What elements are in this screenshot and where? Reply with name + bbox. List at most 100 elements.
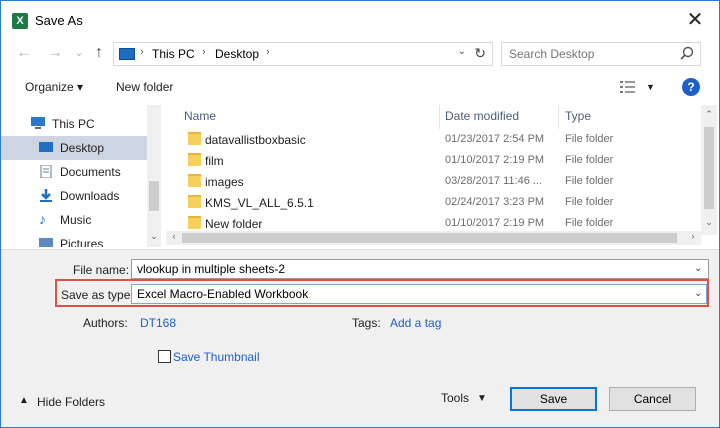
file-type: File folder	[565, 133, 614, 145]
authors-label: Authors:	[83, 316, 128, 330]
breadcrumb-this-pc[interactable]: This PC	[152, 47, 195, 61]
sidebar-scroll-thumb[interactable]	[149, 181, 159, 211]
sidebar-scrollbar[interactable]: ⌄	[147, 105, 161, 247]
chevron-up-icon[interactable]: ▲	[19, 395, 29, 406]
close-icon: ✕	[686, 9, 704, 31]
file-name: images	[205, 175, 244, 189]
folder-icon	[188, 195, 201, 208]
save-thumbnail-label[interactable]: Save Thumbnail	[173, 350, 260, 364]
sidebar-item-label: Music	[60, 213, 92, 227]
excel-app-icon: X	[12, 13, 28, 29]
folder-icon	[188, 174, 201, 187]
navigation-bar: ← → ⌄ ↑ › This PC › Desktop › ⌄ ↻	[1, 39, 719, 69]
tags-label: Tags:	[352, 316, 381, 330]
column-divider	[558, 105, 559, 129]
save-type-label: Save as type:	[61, 288, 134, 302]
folder-icon	[188, 153, 201, 166]
save-thumbnail-checkbox[interactable]	[158, 350, 171, 363]
refresh-icon[interactable]: ↻	[474, 45, 486, 62]
file-date: 01/10/2017 2:19 PM	[445, 217, 545, 229]
close-button[interactable]: ✕	[681, 7, 709, 33]
file-type: File folder	[565, 217, 614, 229]
sidebar-item-label: Pictures	[60, 237, 104, 247]
music-icon: ♪	[39, 211, 46, 227]
file-name-input[interactable]	[131, 259, 709, 279]
sort-ascending-icon: ^	[303, 105, 308, 110]
search-icon[interactable]	[680, 46, 694, 60]
vertical-scroll-thumb[interactable]	[704, 127, 714, 209]
dialog-title: Save As	[35, 13, 83, 28]
file-list-horizontal-scrollbar[interactable]: ‹ ›	[166, 231, 701, 245]
save-button[interactable]: Save	[510, 387, 597, 411]
authors-value[interactable]: DT168	[140, 316, 176, 330]
scroll-up-icon[interactable]: ⌃	[702, 109, 716, 120]
forward-arrow-icon[interactable]: →	[45, 43, 65, 63]
sidebar-item-pictures[interactable]: Pictures	[1, 232, 147, 247]
chevron-down-icon[interactable]: ⌄	[694, 263, 702, 274]
breadcrumb-separator-icon: ›	[266, 46, 270, 58]
file-date: 03/28/2017 11:46 ...	[445, 175, 543, 187]
file-list: ^ Name Date modified Type datavallistbox…	[166, 105, 696, 233]
address-bar[interactable]: › This PC › Desktop › ⌄ ↻	[113, 42, 493, 66]
scroll-left-icon[interactable]: ‹	[167, 231, 181, 241]
file-name: New folder	[205, 217, 263, 231]
sidebar-item-desktop[interactable]: Desktop	[1, 136, 147, 160]
breadcrumb-desktop[interactable]: Desktop	[215, 47, 259, 61]
chevron-down-icon[interactable]: ▼	[477, 393, 487, 404]
breadcrumb-separator-icon: ›	[202, 46, 206, 58]
hide-folders-button[interactable]: Hide Folders	[37, 395, 105, 409]
file-date: 01/10/2017 2:19 PM	[445, 154, 545, 166]
sidebar-item-label: Downloads	[60, 189, 120, 203]
organize-button[interactable]: Organize ▾	[25, 80, 83, 94]
pc-icon	[119, 48, 135, 60]
navigation-pane: This PC Desktop Documents Downloads ♪ Mu…	[1, 105, 161, 247]
column-header-name[interactable]: Name	[184, 109, 216, 131]
back-arrow-icon[interactable]: ←	[14, 43, 34, 63]
view-options-icon[interactable]	[620, 80, 636, 94]
chevron-down-icon[interactable]: ⌄	[694, 288, 702, 299]
sidebar-item-label: Documents	[60, 165, 121, 179]
folder-icon	[188, 132, 201, 145]
cancel-button[interactable]: Cancel	[609, 387, 696, 411]
help-icon[interactable]: ?	[682, 78, 700, 96]
up-arrow-icon[interactable]: ↑	[89, 43, 109, 63]
save-as-dialog: X Save As ✕ ← → ⌄ ↑ › This PC › Desktop …	[0, 0, 720, 428]
file-row[interactable]: datavallistboxbasic 01/23/2017 2:54 PM F…	[166, 129, 696, 150]
pictures-icon	[39, 238, 53, 247]
chevron-down-icon[interactable]: ⌄	[458, 46, 466, 57]
file-row[interactable]: images 03/28/2017 11:46 ... File folder	[166, 171, 696, 192]
column-header-date[interactable]: Date modified	[445, 109, 519, 131]
file-name: KMS_VL_ALL_6.5.1	[205, 196, 314, 210]
tools-button[interactable]: Tools	[441, 391, 469, 405]
folder-icon	[188, 216, 201, 229]
downloads-icon	[40, 189, 52, 202]
documents-icon	[40, 165, 52, 178]
view-dropdown-icon[interactable]: ▼	[646, 82, 655, 92]
recent-locations-icon[interactable]: ⌄	[69, 43, 89, 63]
file-date: 02/24/2017 3:23 PM	[445, 196, 545, 208]
file-row[interactable]: KMS_VL_ALL_6.5.1 02/24/2017 3:23 PM File…	[166, 192, 696, 213]
sidebar-item-this-pc[interactable]: This PC	[1, 112, 147, 136]
sidebar-item-documents[interactable]: Documents	[1, 160, 147, 184]
scroll-down-icon[interactable]: ⌄	[702, 217, 716, 228]
sidebar-item-downloads[interactable]: Downloads	[1, 184, 147, 208]
scroll-right-icon[interactable]: ›	[686, 231, 700, 241]
column-header-type[interactable]: Type	[565, 109, 591, 131]
save-type-select[interactable]: Excel Macro-Enabled Workbook	[131, 284, 707, 304]
desktop-icon	[39, 142, 53, 152]
command-toolbar: Organize ▾ New folder ▼ ?	[1, 75, 719, 101]
scroll-down-icon[interactable]: ⌄	[147, 231, 161, 242]
file-row[interactable]: New folder 01/10/2017 2:19 PM File folde…	[166, 213, 696, 233]
sidebar-item-music[interactable]: ♪ Music	[1, 208, 147, 232]
column-divider	[439, 105, 440, 129]
tags-input[interactable]: Add a tag	[390, 316, 441, 330]
sidebar-item-label: Desktop	[60, 141, 105, 155]
file-type: File folder	[565, 154, 614, 166]
computer-icon	[31, 117, 45, 129]
file-row[interactable]: film 01/10/2017 2:19 PM File folder	[166, 150, 696, 171]
new-folder-button[interactable]: New folder	[116, 80, 173, 94]
file-list-vertical-scrollbar[interactable]: ⌃ ⌄	[701, 105, 717, 235]
search-input[interactable]	[501, 42, 701, 66]
horizontal-scroll-thumb[interactable]	[182, 233, 677, 243]
file-name: datavallistboxbasic	[205, 133, 306, 147]
